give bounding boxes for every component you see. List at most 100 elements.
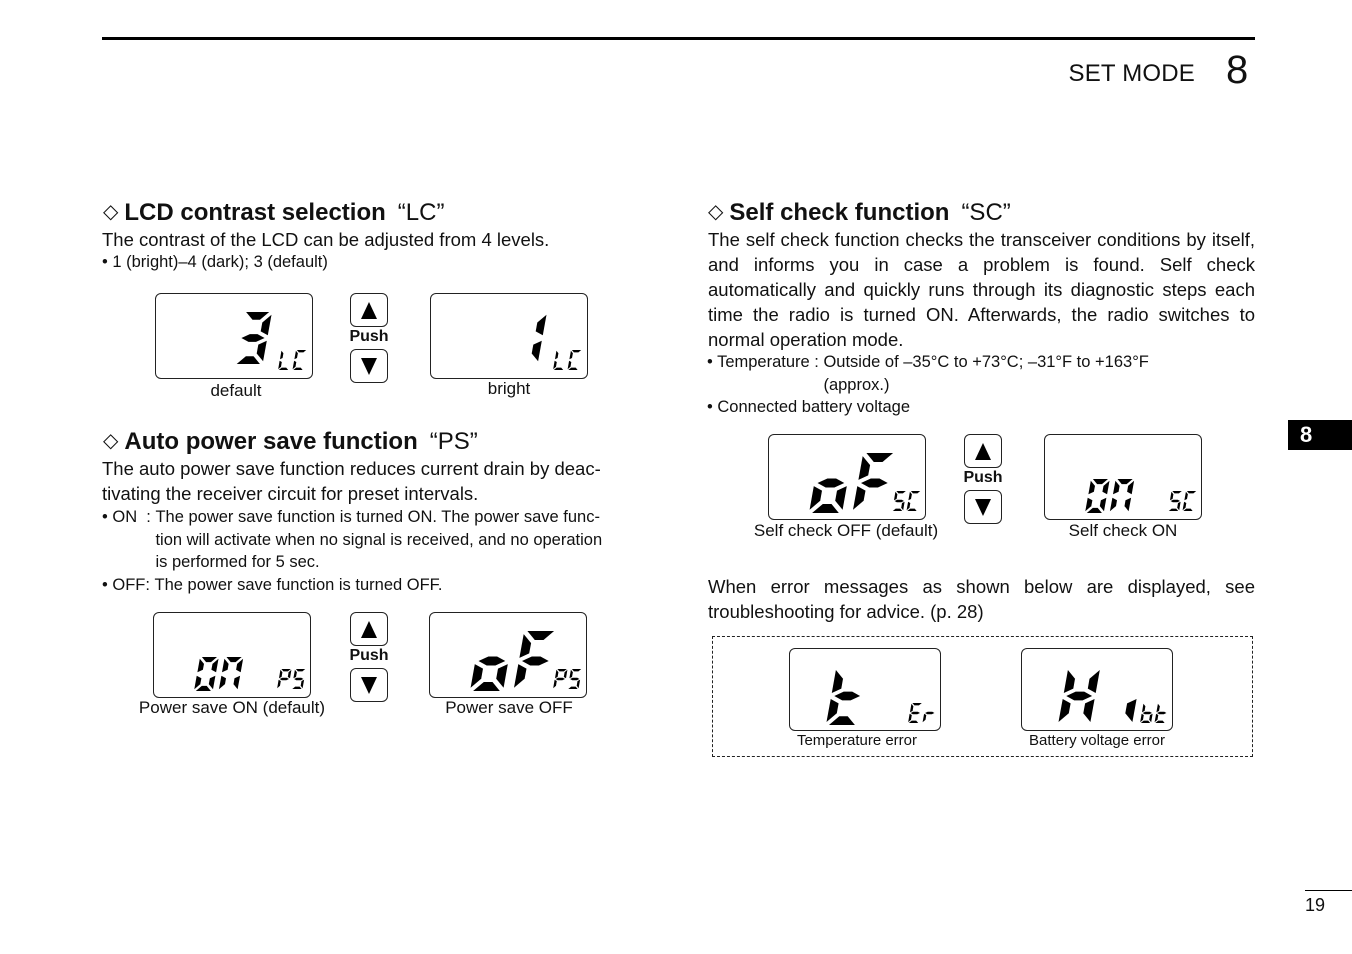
chapter-side-tab[interactable]: 8 <box>1288 420 1352 450</box>
lcd-glyphs <box>826 670 935 725</box>
lcd-segment <box>277 679 281 689</box>
lcd-segment <box>1172 491 1182 494</box>
down-button[interactable] <box>350 668 388 702</box>
lcd-sub-digit <box>568 669 582 689</box>
lcd-sub-digit <box>1168 491 1182 511</box>
lcd-segment <box>531 340 542 362</box>
lcd-segment <box>1155 720 1165 723</box>
lcd-segment <box>835 486 847 510</box>
lcd-main-digit <box>826 670 861 725</box>
lcd-main-digit <box>218 657 244 690</box>
lcd-segment <box>925 711 935 715</box>
lcd-glyphs <box>470 631 582 691</box>
lcd-segment <box>571 669 582 672</box>
lcd-segment <box>1113 480 1120 495</box>
option-line: is performed for 5 sec. <box>155 553 320 571</box>
lcd-display-temperature-error <box>789 648 941 731</box>
lcd-segment <box>568 367 578 370</box>
lcd-segment <box>1142 703 1146 713</box>
lcd-segment <box>908 720 919 723</box>
lcd-segment <box>557 669 567 672</box>
power-save-heading: ◇ Auto power save function “PS” <box>103 428 478 456</box>
lcd-main-digit <box>194 657 219 691</box>
lcd-segment <box>1149 713 1153 723</box>
lcd-segment <box>1184 491 1188 501</box>
lcd-segment <box>908 491 912 501</box>
self-check-description: The self check function checks the trans… <box>708 229 1255 350</box>
lcd-segment <box>197 658 204 673</box>
lcd-main-digit <box>1085 479 1110 513</box>
push-label: Push <box>349 647 389 664</box>
bullet-lead: • Temperature : <box>707 353 824 371</box>
up-button[interactable] <box>964 434 1002 468</box>
lcd-caption-battery-error: Battery voltage error <box>1029 732 1165 749</box>
lcd-main-digit <box>236 312 272 364</box>
lcd-segment <box>256 340 267 362</box>
lcd-segment <box>478 656 506 666</box>
lcd-segment <box>1099 497 1107 512</box>
option-lead: • ON : <box>102 508 156 526</box>
lcd-segment <box>222 658 229 673</box>
lcd-segment <box>1125 699 1137 722</box>
push-label: Push <box>963 469 1003 486</box>
lcd-segment <box>907 508 917 511</box>
lcd-segment <box>1127 480 1135 495</box>
lcd-segment <box>1063 670 1075 693</box>
lcd-segment <box>294 677 304 681</box>
lcd-segment <box>1154 713 1159 723</box>
lcd-caption-bright: bright <box>487 379 531 398</box>
lcd-segment <box>912 703 922 706</box>
lcd-segment <box>233 675 241 690</box>
lcd-display-self-check-off <box>768 434 926 520</box>
up-button[interactable] <box>350 293 388 327</box>
down-button[interactable] <box>350 349 388 383</box>
lcd-segment <box>295 669 306 672</box>
power-save-description: The auto power save function reduces cur… <box>102 456 652 506</box>
lcd-segment <box>296 350 307 353</box>
lcd-segment <box>834 691 861 701</box>
lcd-segment <box>1088 480 1095 495</box>
self-check-bullet-battery: • Connected battery voltage <box>707 396 1259 419</box>
lcd-glyphs <box>809 453 921 513</box>
lcd-segment <box>1168 508 1179 511</box>
lcd-segment <box>910 711 920 715</box>
lcd-segment <box>553 367 564 370</box>
lcd-sub-digit <box>1182 491 1197 511</box>
lcd-segment <box>1092 479 1108 485</box>
lcd-glyphs <box>1085 479 1197 513</box>
lcd-segment <box>496 664 508 688</box>
self-check-code: “SC” <box>961 199 1011 226</box>
lcd-segment <box>1140 720 1151 723</box>
lcd-contrast-code: “LC” <box>397 199 445 226</box>
lcd-sub-digit <box>553 350 564 370</box>
lcd-segment <box>208 675 216 690</box>
lcd-segment <box>555 677 565 681</box>
page-number-rule <box>1305 890 1352 891</box>
lcd-display-power-save-on <box>153 612 311 698</box>
lcd-segment <box>861 478 888 488</box>
lcd-main-digit <box>853 453 894 510</box>
lcd-segment <box>236 658 244 673</box>
lcd-segment <box>279 677 289 681</box>
up-arrow-icon <box>361 301 377 319</box>
lcd-caption-self-check-off: Self check OFF (default) <box>753 521 939 540</box>
lcd-segment <box>1156 703 1160 713</box>
bullet-line: Outside of –35°C to +73°C; –31°F to +163… <box>823 353 1149 371</box>
lcd-segment <box>195 685 211 691</box>
lcd-segment <box>1177 501 1181 511</box>
lcd-sub-digit <box>553 669 568 689</box>
up-button[interactable] <box>350 612 388 646</box>
lcd-segment <box>201 657 217 663</box>
lcd-segment <box>1157 711 1167 715</box>
lcd-segment <box>280 350 284 360</box>
lcd-segment <box>576 679 581 689</box>
lcd-segment <box>293 669 297 679</box>
lcd-segment <box>910 491 921 494</box>
down-button[interactable] <box>964 490 1002 524</box>
lcd-segment <box>292 360 297 370</box>
top-rule <box>102 37 1255 40</box>
lcd-main-digit <box>1109 479 1135 512</box>
bullet-line: (approx.) <box>823 375 890 394</box>
option-lead: • OFF: <box>102 575 155 594</box>
lcd-display-battery-error <box>1021 648 1173 731</box>
